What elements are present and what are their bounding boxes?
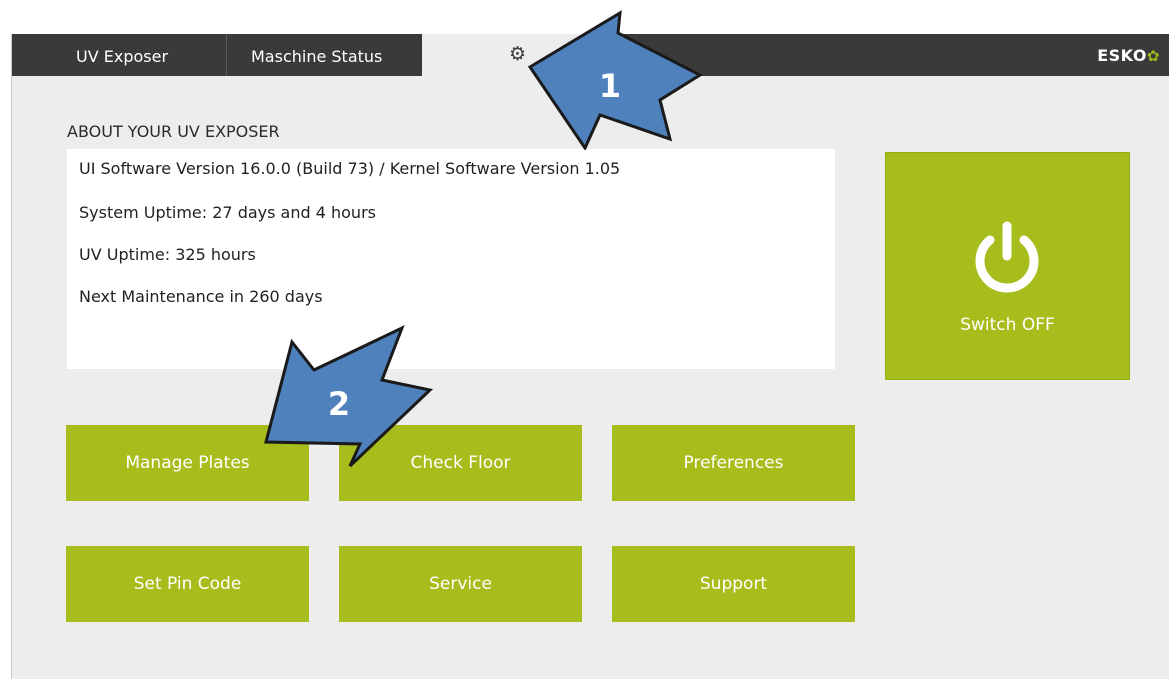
preferences-button[interactable]: Preferences bbox=[612, 425, 855, 501]
logo-text: ESKO bbox=[1097, 46, 1147, 65]
switch-off-button[interactable]: Switch OFF bbox=[885, 152, 1130, 380]
set-pin-code-button[interactable]: Set Pin Code bbox=[66, 546, 309, 622]
esko-logo: ESKO✿ bbox=[1097, 46, 1160, 65]
tab-machine-status[interactable]: Maschine Status bbox=[226, 34, 447, 76]
callout-label-1: 1 bbox=[599, 67, 621, 105]
callout-arrow-2: 2 bbox=[264, 325, 434, 468]
uv-uptime-line: UV Uptime: 325 hours bbox=[79, 245, 256, 264]
manage-plates-label: Manage Plates bbox=[125, 453, 250, 473]
logo-mark-icon: ✿ bbox=[1146, 47, 1160, 65]
software-version-line: UI Software Version 16.0.0 (Build 73) / … bbox=[79, 159, 621, 178]
support-button[interactable]: Support bbox=[612, 546, 855, 622]
about-title: ABOUT YOUR UV EXPOSER bbox=[67, 122, 280, 141]
power-icon bbox=[975, 221, 1039, 293]
service-label: Service bbox=[429, 574, 492, 594]
preferences-label: Preferences bbox=[683, 453, 784, 473]
tab-uv-exposer[interactable]: UV Exposer bbox=[62, 34, 226, 76]
service-button[interactable]: Service bbox=[339, 546, 582, 622]
system-uptime-line: System Uptime: 27 days and 4 hours bbox=[79, 203, 376, 222]
switch-off-label: Switch OFF bbox=[960, 315, 1055, 335]
callout-arrow-1: 1 bbox=[527, 10, 704, 150]
support-label: Support bbox=[699, 574, 768, 594]
next-maintenance-line: Next Maintenance in 260 days bbox=[79, 287, 323, 306]
callout-label-2: 2 bbox=[328, 385, 350, 423]
about-info-box: UI Software Version 16.0.0 (Build 73) / … bbox=[67, 149, 835, 369]
set-pin-code-label: Set Pin Code bbox=[133, 574, 242, 594]
